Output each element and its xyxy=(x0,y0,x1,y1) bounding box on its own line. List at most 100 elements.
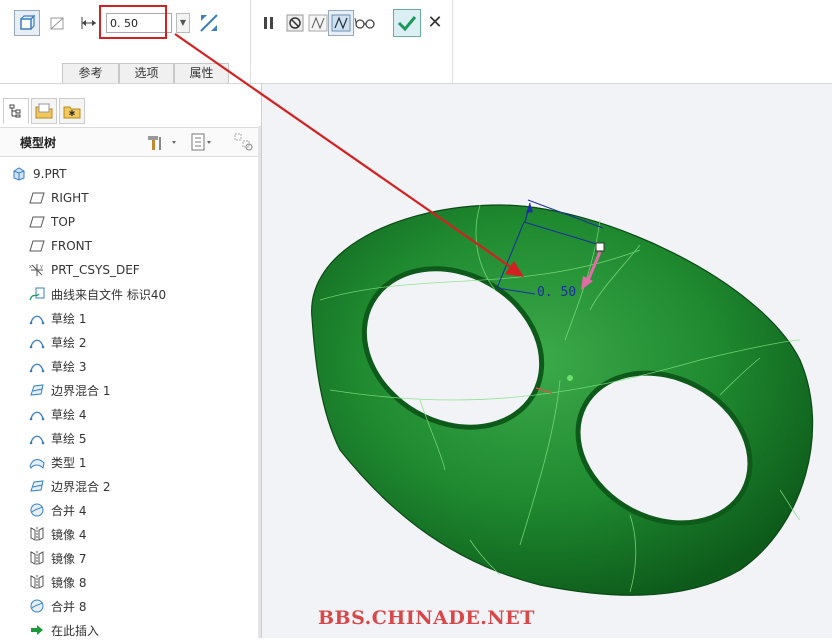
thickness-dropdown-arrow[interactable]: ▼ xyxy=(176,13,190,33)
folder-icon xyxy=(35,103,53,119)
tree-item[interactable]: FRONT xyxy=(0,234,258,258)
tree-item[interactable]: 合并 8 xyxy=(0,594,258,618)
settings-tools-button[interactable] xyxy=(146,133,180,151)
merge-icon xyxy=(28,597,46,615)
svg-text:✱: ✱ xyxy=(69,109,76,118)
tree-item[interactable]: 类型 1 xyxy=(0,450,258,474)
tree-item[interactable]: 镜像 4 xyxy=(0,522,258,546)
tree-item[interactable]: TOP xyxy=(0,210,258,234)
show-columns-button[interactable] xyxy=(190,133,224,151)
tree-item[interactable]: 草绘 3 xyxy=(0,354,258,378)
svg-text:x: x xyxy=(29,264,32,270)
tree-item[interactable]: 曲线来自文件 标识40 xyxy=(0,282,258,306)
csys-icon: xy xyxy=(28,261,46,279)
remove-material-icon xyxy=(50,17,64,30)
navigator-tabs: ✱ xyxy=(3,98,87,124)
thickness-icon-area xyxy=(78,10,100,36)
tree-item[interactable]: 镜像 8 xyxy=(0,570,258,594)
list-icon xyxy=(191,133,211,151)
tree-item-label: TOP xyxy=(51,215,76,229)
sketch-icon xyxy=(28,309,46,327)
chain-link-model[interactable] xyxy=(311,204,814,596)
tree-item[interactable]: 边界混合 2 xyxy=(0,474,258,498)
tree-item-label: 草绘 3 xyxy=(51,359,87,374)
tab-options[interactable]: 选项 xyxy=(119,63,174,83)
drag-handle[interactable] xyxy=(567,375,573,381)
model-tree-icon xyxy=(9,104,21,118)
dimension-handle[interactable] xyxy=(595,242,605,252)
curve-from-file-icon xyxy=(28,285,46,303)
model-tree: 9.PRT RIGHT TOP FRONT x y PRT_CSYS_DEF 曲线来自文件 标… xyxy=(0,162,258,642)
no-preview-icon xyxy=(286,14,304,32)
tree-item-label: 草绘 5 xyxy=(51,431,87,446)
highlight-box xyxy=(99,5,167,39)
separate-preview-icon xyxy=(308,14,328,32)
sketch-icon xyxy=(28,429,46,447)
sketch-icon xyxy=(28,405,46,423)
tree-item-label: 合并 8 xyxy=(51,599,87,614)
verify-preview-button[interactable] xyxy=(328,10,354,36)
tree-item-label: 边界混合 1 xyxy=(51,383,111,398)
favorites-icon: ✱ xyxy=(63,106,81,119)
glasses-button[interactable] xyxy=(352,10,378,36)
tree-item-label: 镜像 7 xyxy=(51,551,87,566)
panel-splitter[interactable] xyxy=(258,126,261,638)
model-tree-title: 模型树 xyxy=(20,136,57,150)
tree-item-label: FRONT xyxy=(51,239,92,253)
tree-item-label: 曲线来自文件 标识40 xyxy=(51,287,167,302)
tree-item[interactable]: 草绘 2 xyxy=(0,330,258,354)
datum-plane-icon xyxy=(28,237,46,255)
tab-model-tree[interactable] xyxy=(3,98,29,124)
cancel-button[interactable]: ✕ xyxy=(425,9,445,37)
graphics-window[interactable]: 0. 50 xyxy=(262,84,832,638)
checkmark-icon xyxy=(397,16,417,32)
separator xyxy=(452,0,453,83)
navigator-panel: ✱ 模型树 9.PRT RIGHT TOP FRONT x y PRT_CSYS_DEF 曲线… xyxy=(0,84,262,638)
tree-item-label: RIGHT xyxy=(51,191,89,205)
tree-item[interactable]: 9.PRT xyxy=(0,162,258,186)
tree-item-label: 草绘 4 xyxy=(51,407,87,422)
boundary-blend-icon xyxy=(28,477,46,495)
glasses-icon xyxy=(354,17,375,29)
tree-item[interactable]: 边界混合 1 xyxy=(0,378,258,402)
tree-item-label: 边界混合 2 xyxy=(51,479,111,494)
tab-favorites[interactable]: ✱ xyxy=(59,98,85,124)
tab-folder-browser[interactable] xyxy=(31,98,57,124)
flip-direction-icon xyxy=(200,14,218,32)
tree-item-label: 镜像 8 xyxy=(51,575,87,590)
mirror-icon xyxy=(28,573,46,591)
tree-item[interactable]: RIGHT xyxy=(0,186,258,210)
filter-icon xyxy=(234,133,253,151)
tree-item-label: 草绘 2 xyxy=(51,335,87,350)
tree-item-label: 在此插入 xyxy=(51,623,100,638)
merge-icon xyxy=(28,501,46,519)
datum-plane-icon xyxy=(28,189,46,207)
mirror-icon xyxy=(28,549,46,567)
solid-button[interactable] xyxy=(14,10,40,36)
tree-item[interactable]: 镜像 7 xyxy=(0,546,258,570)
remove-material-button[interactable] xyxy=(44,10,70,36)
solid-icon xyxy=(20,15,35,30)
tab-references[interactable]: 参考 xyxy=(62,63,119,83)
boundary-blend-icon xyxy=(28,381,46,399)
tree-item-label: PRT_CSYS_DEF xyxy=(51,263,140,277)
tree-item[interactable]: 在此插入 xyxy=(0,618,258,642)
ok-button[interactable] xyxy=(393,9,421,37)
tree-item-label: 9.PRT xyxy=(33,167,67,181)
tree-item[interactable]: 草绘 4 xyxy=(0,402,258,426)
tab-properties[interactable]: 属性 xyxy=(174,63,229,83)
pause-button[interactable] xyxy=(256,10,282,36)
svg-text:y: y xyxy=(40,264,43,270)
tree-item[interactable]: 草绘 5 xyxy=(0,426,258,450)
tree-item[interactable]: x y PRT_CSYS_DEF xyxy=(0,258,258,282)
flip-direction-button[interactable] xyxy=(196,10,222,36)
hammer-icon xyxy=(148,136,176,150)
tree-item[interactable]: 合并 4 xyxy=(0,498,258,522)
model-tree-header: 模型树 xyxy=(0,127,260,157)
mirror-icon xyxy=(28,525,46,543)
dimension-label[interactable]: 0. 50 xyxy=(537,285,576,300)
filter-button[interactable] xyxy=(234,132,254,152)
tree-item[interactable]: 草绘 1 xyxy=(0,306,258,330)
verify-preview-icon xyxy=(331,14,351,32)
separator xyxy=(250,0,251,83)
